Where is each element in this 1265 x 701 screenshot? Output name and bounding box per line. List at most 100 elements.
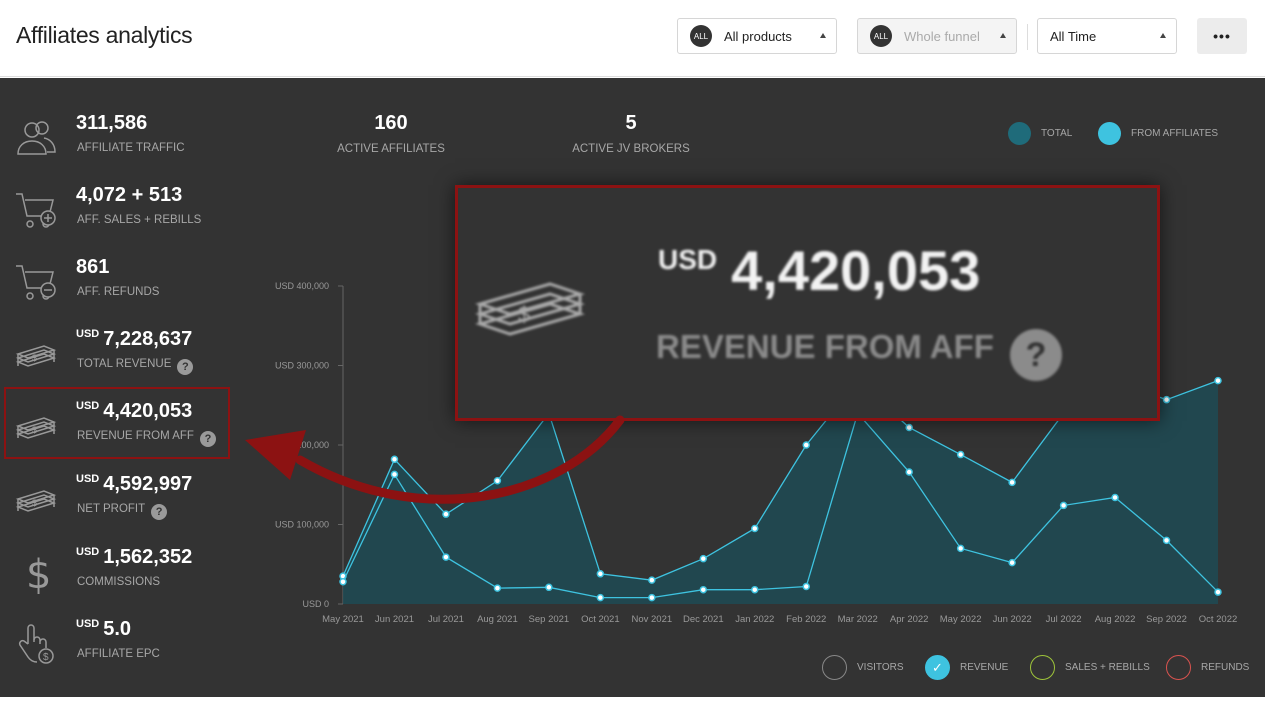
x-tick-label: Jan 2022 <box>735 614 774 625</box>
funnel-dropdown[interactable]: ALL Whole funnel <box>857 18 1017 54</box>
x-tick-label: Aug 2021 <box>477 614 518 625</box>
toggle-label: SALES + REBILLS <box>1065 662 1150 673</box>
kpi-label: ACTIVE JV BROKERS <box>572 143 690 155</box>
x-tick-label: Jul 2021 <box>428 614 464 625</box>
data-point <box>1162 536 1171 545</box>
legend-dot <box>1098 122 1121 145</box>
stat-commissions: $ USD 1,562,352 COMMISSIONS <box>0 546 240 616</box>
svg-text:$: $ <box>32 353 37 363</box>
x-tick-label: Dec 2021 <box>683 614 724 625</box>
stat-label: AFF. REFUNDS <box>77 286 160 298</box>
data-point <box>751 524 759 533</box>
data-point <box>699 585 708 594</box>
products-dropdown[interactable]: ALL All products <box>677 18 837 54</box>
data-point <box>905 423 913 432</box>
data-point <box>596 570 605 578</box>
stat-aff-sales: 4,072 + 513 AFF. SALES + REBILLS <box>0 184 240 254</box>
x-tick-label: Sep 2022 <box>1146 614 1187 625</box>
data-point <box>1162 395 1171 404</box>
data-point <box>390 470 399 479</box>
money-stack-icon: $ <box>474 282 586 336</box>
money-stack-icon: $ <box>15 490 57 512</box>
toggle-sales-rebills[interactable]: SALES + REBILLS <box>1030 655 1150 680</box>
x-tick-label: Jun 2021 <box>375 614 414 625</box>
caret-up-icon <box>1000 33 1006 38</box>
y-tick-label: USD 400,000 <box>275 281 329 291</box>
y-tick-label: USD 300,000 <box>275 361 329 371</box>
kpi-label: ACTIVE AFFILIATES <box>337 143 445 155</box>
data-point <box>1008 478 1016 487</box>
x-tick-label: Oct 2021 <box>581 614 620 625</box>
data-point <box>339 577 347 586</box>
toggle-ring <box>1166 655 1191 680</box>
kpi-value: 160 <box>374 112 408 134</box>
users-icon <box>17 121 56 155</box>
divider <box>1027 24 1028 50</box>
data-point <box>751 585 759 594</box>
money-stack-icon: $ <box>15 345 57 367</box>
time-dropdown[interactable]: All Time <box>1037 18 1177 54</box>
check-icon: ✓ <box>925 655 950 680</box>
all-badge: ALL <box>870 25 892 47</box>
stat-value: USD 7,228,637 <box>76 328 193 350</box>
x-tick-label: Jun 2022 <box>993 614 1032 625</box>
data-point <box>596 593 605 602</box>
toggle-ring <box>822 655 847 680</box>
legend-label: FROM AFFILIATES <box>1131 128 1219 139</box>
data-point <box>493 584 502 592</box>
more-options-button[interactable]: ••• <box>1197 18 1247 54</box>
dashboard-panel: 311,586 AFFILIATE TRAFFIC 4,072 + 513 AF… <box>0 78 1265 697</box>
time-dropdown-value: All Time <box>1050 28 1097 44</box>
stat-net-profit: $ USD 4,592,997 NET PROFIT? <box>0 473 240 543</box>
x-tick-label: Nov 2021 <box>631 614 672 625</box>
dollar-sign-icon: $ <box>26 552 51 594</box>
stat-label: AFFILIATE TRAFFIC <box>77 142 185 154</box>
hand-click-icon: $ <box>18 624 54 664</box>
stat-value: USD 1,562,352 <box>76 546 193 568</box>
x-tick-label: Apr 2022 <box>890 614 929 625</box>
legend-total[interactable]: TOTAL <box>1008 122 1072 145</box>
data-point <box>802 441 810 449</box>
legend-from-affiliates[interactable]: FROM AFFILIATES <box>1098 122 1218 145</box>
stat-value: 311,586 <box>76 112 148 134</box>
data-point <box>442 510 450 518</box>
zoom-callout: $ USD 4,420,053 REVENUE FROM AFF? <box>455 185 1160 421</box>
toggle-label: VISITORS <box>857 662 904 673</box>
legend-label: TOTAL <box>1041 128 1073 139</box>
help-icon[interactable]: ? <box>151 504 168 520</box>
data-point <box>1059 501 1068 510</box>
toggle-label: REVENUE <box>960 662 1009 673</box>
page-title: Affiliates analytics <box>16 22 193 48</box>
data-point <box>1214 588 1222 596</box>
data-point <box>545 583 553 592</box>
svg-text:$: $ <box>32 498 37 508</box>
y-tick-label: USD 100,000 <box>275 520 329 530</box>
y-tick-label: USD 200,000 <box>275 440 329 450</box>
toggle-ring <box>1030 655 1055 680</box>
x-tick-label: May 2021 <box>322 614 364 625</box>
caret-up-icon <box>820 33 826 38</box>
data-point <box>699 554 708 563</box>
data-point <box>956 544 965 553</box>
svg-text:$: $ <box>43 652 49 663</box>
toggle-revenue[interactable]: ✓ REVENUE <box>925 655 1008 680</box>
x-tick-label: Oct 2022 <box>1199 614 1238 625</box>
stat-label: TOTAL REVENUE? <box>77 358 194 375</box>
x-tick-label: Feb 2022 <box>786 614 826 625</box>
svg-text:$: $ <box>26 552 51 594</box>
toggle-refunds[interactable]: REFUNDS <box>1166 655 1249 680</box>
header: Affiliates analytics ALL All products AL… <box>0 0 1265 77</box>
products-dropdown-value: All products <box>724 28 792 44</box>
cart-plus-icon <box>16 193 56 228</box>
help-icon[interactable]: ? <box>177 359 194 375</box>
stat-affiliate-traffic: 311,586 AFFILIATE TRAFFIC <box>0 112 240 182</box>
stat-value: 4,072 + 513 <box>76 184 183 206</box>
zoom-label: REVENUE FROM AFF? <box>656 328 1062 381</box>
svg-text:$: $ <box>518 302 530 327</box>
toggle-visitors[interactable]: VISITORS <box>822 655 904 680</box>
highlight-box <box>4 387 230 459</box>
data-point <box>802 582 810 591</box>
toggle-label: REFUNDS <box>1201 662 1250 673</box>
help-icon: ? <box>1009 329 1062 381</box>
data-point <box>1008 558 1016 567</box>
